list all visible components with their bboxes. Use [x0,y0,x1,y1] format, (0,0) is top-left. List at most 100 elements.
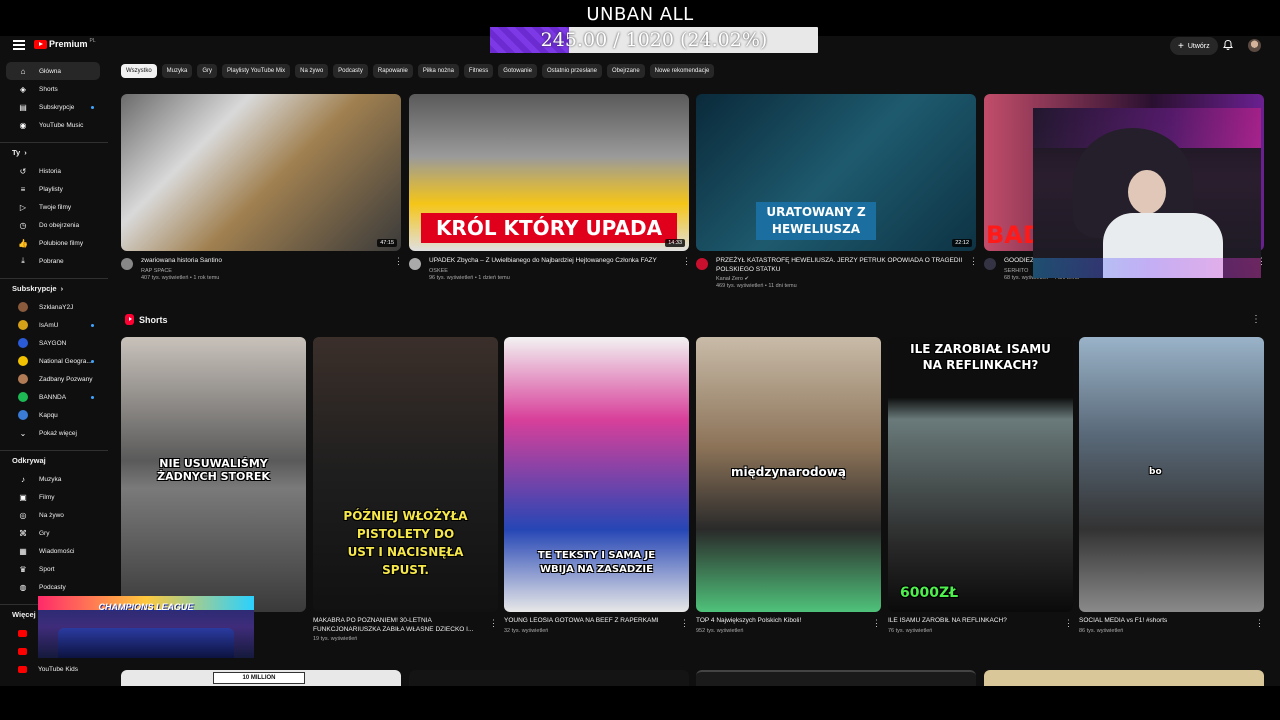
channel-avatar[interactable] [984,258,996,270]
short-thumbnail[interactable]: ILE ZAROBIAŁ ISAMU NA REFLINKACH? 6000ZŁ [888,337,1073,612]
filter-chip[interactable]: Piłka nożna [417,64,459,78]
more-options-icon[interactable]: ⋮ [1064,618,1073,629]
more-options-icon[interactable]: ⋮ [969,257,978,266]
filter-chip[interactable]: Gotowanie [498,64,537,78]
sidebar-item-sport[interactable]: ♛ Sport [6,560,100,578]
sidebar-item-g-wna[interactable]: ⌂ Główna [6,62,100,80]
sidebar-item-youtube-music[interactable]: ◉ YouTube Music [6,116,100,134]
filter-chip[interactable]: Ostatnio przesłane [541,64,602,78]
channel-avatar[interactable] [409,258,421,270]
sidebar-item-do-obejrzenia[interactable]: ◷ Do obejrzenia [6,216,100,234]
more-options-icon[interactable]: ⋮ [682,257,691,266]
video-thumbnail[interactable]: 10 MILLION [121,670,401,686]
sidebar-item-wiadomo-ci[interactable]: ▦ Wiadomości [6,542,100,560]
filter-chip[interactable]: Podcasty [333,64,368,78]
sidebar-item-saygon[interactable]: SAYGON [6,334,100,352]
video-metadata: PRZEŻYŁ KATASTROFĘ HEWELIUSZA. JERZY PET… [696,257,978,289]
short-title[interactable]: MAKABRA PO POZNANIEM! 30-LETNIA FUNKCJON… [313,617,498,634]
sidebar-item-national-geogra-[interactable]: National Geogra... [6,352,100,370]
streamer-head [1128,170,1166,214]
account-avatar[interactable] [1248,39,1261,52]
sidebar-item-na-ywo[interactable]: ◎ Na żywo [6,506,100,524]
short-card[interactable]: bo SOCIAL MEDIA vs F1! #shorts 86 tys. wyś… [1079,337,1264,634]
short-title[interactable]: SOCIAL MEDIA vs F1! #shorts [1079,617,1264,626]
short-thumbnail[interactable]: bo [1079,337,1264,612]
video-card[interactable]: URATOWANY Z HEWELIUSZA 22:12 PRZEŻYŁ KATAS… [696,94,978,289]
sidebar-item-label: Podcasty [39,583,66,591]
sidebar-item-gry[interactable]: ⌘ Gry [6,524,100,542]
sidebar-item-label: Twoje filmy [39,203,72,211]
sidebar-section-heading[interactable]: Odkrywaj [0,450,108,470]
channel-avatar[interactable] [696,258,708,270]
shorts-more-options-icon[interactable]: ⋮ [1251,314,1261,325]
sidebar-item-playlisty[interactable]: ≡ Playlisty [6,180,100,198]
video-thumbnail[interactable]: KRÓL KTÓRY UPADA 14:33 [409,94,689,251]
channel-name[interactable]: RAP SPACE [141,268,222,274]
sidebar-item-kapqu[interactable]: Kapqu [6,406,100,424]
sidebar-item-polubione-filmy[interactable]: 👍 Polubione filmy [6,234,100,252]
filter-chip[interactable]: Gry [197,64,218,78]
create-button[interactable]: + Utwórz [1170,37,1218,55]
channel-name[interactable]: OSKEE [429,268,657,274]
short-card[interactable]: NIE USUWALIŚMY ŻADNYCH STOREK [121,337,306,612]
unban-goal-title: UNBAN ALL [586,4,694,25]
short-thumbnail[interactable]: TE TEKSTY I SAMA JE WBIJA NA ZASADZIE [504,337,689,612]
channel-avatar[interactable] [121,258,133,270]
video-thumbnail[interactable] [984,670,1264,686]
more-options-icon[interactable]: ⋮ [489,618,498,629]
sidebar-item-poka-wi-cej[interactable]: ⌄ Pokaż więcej [6,424,100,442]
filter-chip[interactable]: Playlisty YouTube Mix [222,64,291,78]
sidebar-item-pobrane[interactable]: ⤓ Pobrane [6,252,100,270]
sidebar-section-heading[interactable]: Ty › [0,142,108,162]
sidebar-item-filmy[interactable]: ▣ Filmy [6,488,100,506]
short-card[interactable]: PÓŹNIEJ WŁOŻYŁA PISTOLETY DO UST I NACIS… [313,337,498,642]
sidebar-item-youtube-kids[interactable]: YouTube Kids [6,660,100,678]
youtube-premium-logo[interactable]: Premium PL [34,38,96,49]
filter-chip[interactable]: Muzyka [161,64,193,78]
filter-chip[interactable]: Rapowanie [372,64,413,78]
sidebar-item-subskrypcje[interactable]: ▤ Subskrypcje [6,98,100,116]
filter-chip[interactable]: Fitness [463,64,494,78]
sidebar-item-twoje-filmy[interactable]: ▷ Twoje filmy [6,198,100,216]
sidebar-item-podcasty[interactable]: ◍ Podcasty [6,578,100,596]
video-thumbnail[interactable] [696,670,976,686]
more-options-icon[interactable]: ⋮ [680,618,689,629]
video-card[interactable]: KRÓL KTÓRY UPADA 14:33 UPADEK Zbycha – Z U… [409,94,691,281]
sidebar-item-zadbany-pozwany[interactable]: Zadbany Pozwany [6,370,100,388]
more-options-icon[interactable]: ⋮ [394,257,403,266]
notifications-bell-icon[interactable] [1222,39,1234,51]
short-title[interactable]: TOP 4 Największych Polskich Kiboli! [696,617,881,626]
short-title[interactable]: ILE ISAMU ZAROBIŁ NA REFLINKACH? [888,617,1073,626]
hamburger-menu-icon[interactable] [13,40,25,50]
video-thumbnail[interactable] [409,670,689,686]
video-title[interactable]: UPADEK Zbycha – Z Uwielbianego do Najbar… [429,257,657,266]
video-title[interactable]: zwariowana historia Santino [141,257,222,266]
short-thumbnail[interactable]: międzynarodową [696,337,881,612]
filter-chip[interactable]: Na żywo [295,64,329,78]
short-title[interactable]: YOUNG LEOSIA GOTOWA NA BEEF Z RAPERKAMI [504,617,689,626]
filter-chip[interactable]: Wszystko [121,64,157,78]
sidebar-item-label: Historia [39,167,62,175]
sidebar-item-historia[interactable]: ↺ Historia [6,162,100,180]
video-title[interactable]: PRZEŻYŁ KATASTROFĘ HEWELIUSZA. JERZY PET… [716,257,966,274]
video-thumbnail[interactable]: URATOWANY Z HEWELIUSZA 22:12 [696,94,976,251]
sidebar-item-isamu[interactable]: IsAmU [6,316,100,334]
short-card[interactable]: międzynarodową TOP 4 Największych Polskic… [696,337,881,634]
short-thumbnail[interactable]: PÓŹNIEJ WŁOŻYŁA PISTOLETY DO UST I NACIS… [313,337,498,612]
more-options-icon[interactable]: ⋮ [872,618,881,629]
sidebar-item-szklanay2j[interactable]: SzklanaY2J [6,298,100,316]
short-card[interactable]: TE TEKSTY I SAMA JE WBIJA NA ZASADZIE YOU… [504,337,689,634]
short-thumbnail[interactable]: NIE USUWALIŚMY ŻADNYCH STOREK [121,337,306,612]
channel-name[interactable]: Kanał Zero ✔ [716,276,966,282]
sidebar-item-muzyka[interactable]: ♪ Muzyka [6,470,100,488]
short-card[interactable]: ILE ZAROBIAŁ ISAMU NA REFLINKACH? 6000ZŁ I… [888,337,1073,634]
video-card[interactable]: 47:15 zwariowana historia Santino RAP SPAC… [121,94,403,281]
sidebar-item-shorts[interactable]: ◈ Shorts [6,80,100,98]
more-options-icon[interactable]: ⋮ [1255,618,1264,629]
sidebar-item-bannda[interactable]: BANNDA [6,388,100,406]
sidebar-section-heading[interactable]: Subskrypcje › [0,278,108,298]
new-content-dot [91,359,94,363]
filter-chip[interactable]: Obejrzane [606,64,645,78]
filter-chip[interactable]: Nowe rekomendacje [649,64,715,78]
video-thumbnail[interactable]: 47:15 [121,94,401,251]
